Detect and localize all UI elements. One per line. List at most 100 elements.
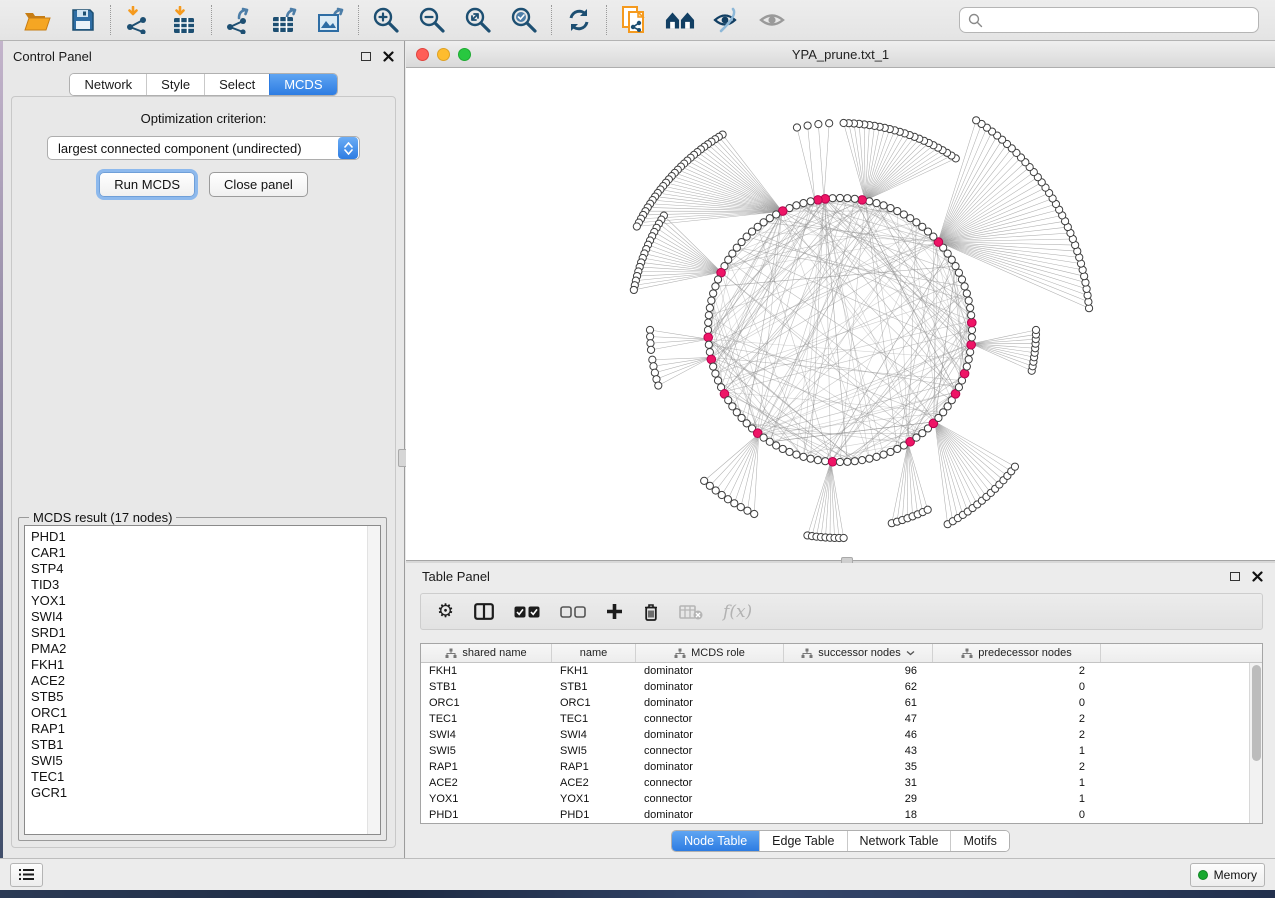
ring-node[interactable] (800, 453, 807, 460)
mcds-hub-node[interactable] (707, 355, 716, 364)
export-table-button[interactable] (270, 5, 300, 35)
leaf-node[interactable] (647, 346, 654, 353)
table-row[interactable]: SWI4SWI4dominator462 (421, 727, 1249, 743)
ring-node[interactable] (793, 202, 800, 209)
float-panel-icon[interactable] (361, 52, 371, 61)
ring-node[interactable] (786, 448, 793, 455)
mcds-result-item[interactable]: STP4 (31, 561, 374, 577)
run-mcds-button[interactable]: Run MCDS (99, 172, 195, 197)
leaf-node[interactable] (1011, 463, 1018, 470)
ring-node[interactable] (880, 202, 887, 209)
ring-node[interactable] (968, 334, 975, 341)
table-tab-edge-table[interactable]: Edge Table (759, 831, 846, 851)
table-scrollbar[interactable] (1249, 663, 1262, 823)
task-history-button[interactable] (10, 863, 43, 887)
save-button[interactable] (68, 5, 98, 35)
leaf-node[interactable] (646, 326, 653, 333)
ring-node[interactable] (844, 458, 851, 465)
leaf-node[interactable] (647, 333, 654, 340)
ring-node[interactable] (779, 445, 786, 452)
ring-node[interactable] (851, 195, 858, 202)
ring-node[interactable] (961, 283, 968, 290)
deselect-all-button[interactable] (560, 606, 586, 618)
table-tab-network-table[interactable]: Network Table (847, 831, 951, 851)
ring-node[interactable] (955, 384, 962, 391)
home-panels-button[interactable] (665, 5, 695, 35)
ring-node[interactable] (894, 445, 901, 452)
ring-node[interactable] (859, 457, 866, 464)
mcds-hub-node[interactable] (967, 340, 976, 349)
open-file-button[interactable] (22, 5, 52, 35)
ring-node[interactable] (968, 326, 975, 333)
column-header-shared-name[interactable]: shared name (421, 644, 552, 662)
ring-node[interactable] (714, 276, 721, 283)
mcds-result-item[interactable]: CAR1 (31, 545, 374, 561)
mcds-result-item[interactable]: ACE2 (31, 673, 374, 689)
function-builder-button[interactable]: f(x) (723, 602, 752, 622)
minimize-window-icon[interactable] (437, 48, 450, 61)
tab-network[interactable]: Network (70, 74, 146, 95)
float-table-panel-icon[interactable] (1230, 572, 1240, 581)
ring-node[interactable] (844, 195, 851, 202)
tab-select[interactable]: Select (204, 74, 269, 95)
ring-node[interactable] (900, 211, 907, 218)
ring-node[interactable] (965, 356, 972, 363)
toggle-columns-button[interactable] (474, 603, 494, 620)
table-row[interactable]: RAP1RAP1dominator352 (421, 759, 1249, 775)
ring-node[interactable] (967, 304, 974, 311)
leaf-node[interactable] (751, 510, 758, 517)
ring-node[interactable] (712, 283, 719, 290)
leaf-node[interactable] (737, 504, 744, 511)
ring-node[interactable] (773, 442, 780, 449)
search-box[interactable] (959, 7, 1259, 33)
mcds-result-item[interactable]: ORC1 (31, 705, 374, 721)
column-header-mcds-role[interactable]: MCDS role (636, 644, 784, 662)
criterion-dropdown[interactable]: largest connected component (undirected) (47, 136, 360, 160)
leaf-node[interactable] (840, 119, 847, 126)
mcds-result-item[interactable]: RAP1 (31, 721, 374, 737)
table-row[interactable]: ACE2ACE2connector311 (421, 775, 1249, 791)
ring-node[interactable] (706, 349, 713, 356)
table-row[interactable]: YOX1YOX1connector291 (421, 791, 1249, 807)
delete-table-button[interactable] (679, 604, 703, 620)
ring-node[interactable] (829, 195, 836, 202)
leaf-node[interactable] (633, 223, 640, 230)
column-header-name[interactable]: name (552, 644, 636, 662)
ring-node[interactable] (965, 297, 972, 304)
maximize-window-icon[interactable] (458, 48, 471, 61)
table-row[interactable]: TEC1TEC1connector472 (421, 711, 1249, 727)
ring-node[interactable] (958, 276, 965, 283)
network-titlebar[interactable]: YPA_prune.txt_1 (406, 41, 1275, 68)
zoom-out-button[interactable] (417, 5, 447, 35)
ring-node[interactable] (710, 363, 717, 370)
leaf-node[interactable] (649, 356, 656, 363)
tab-mcds[interactable]: MCDS (269, 74, 336, 95)
mcds-result-item[interactable]: PHD1 (31, 529, 374, 545)
ring-node[interactable] (706, 304, 713, 311)
mcds-result-scrollbar[interactable] (367, 526, 380, 834)
ring-node[interactable] (963, 290, 970, 297)
mcds-result-item[interactable]: TEC1 (31, 769, 374, 785)
mcds-result-list[interactable]: PHD1CAR1STP4TID3YOX1SWI4SRD1PMA2FKH1ACE2… (24, 525, 381, 835)
network-canvas[interactable] (406, 68, 1275, 560)
mcds-result-item[interactable]: STB5 (31, 689, 374, 705)
network-graph[interactable] (406, 68, 1275, 560)
export-image-button[interactable] (316, 5, 346, 35)
zoom-selected-button[interactable] (509, 5, 539, 35)
mcds-hub-node[interactable] (828, 457, 837, 466)
mcds-result-item[interactable]: PMA2 (31, 641, 374, 657)
mcds-hub-node[interactable] (858, 196, 867, 205)
mcds-result-item[interactable]: YOX1 (31, 593, 374, 609)
delete-button[interactable] (643, 603, 659, 621)
ring-node[interactable] (705, 312, 712, 319)
mcds-result-item[interactable]: SWI4 (31, 609, 374, 625)
ring-node[interactable] (880, 451, 887, 458)
mcds-hub-node[interactable] (960, 369, 969, 378)
mcds-result-item[interactable]: SRD1 (31, 625, 374, 641)
add-row-button[interactable] (606, 603, 623, 620)
export-network-button[interactable] (224, 5, 254, 35)
ring-node[interactable] (967, 349, 974, 356)
ring-node[interactable] (873, 453, 880, 460)
mcds-result-item[interactable]: STB1 (31, 737, 374, 753)
ring-node[interactable] (704, 326, 711, 333)
